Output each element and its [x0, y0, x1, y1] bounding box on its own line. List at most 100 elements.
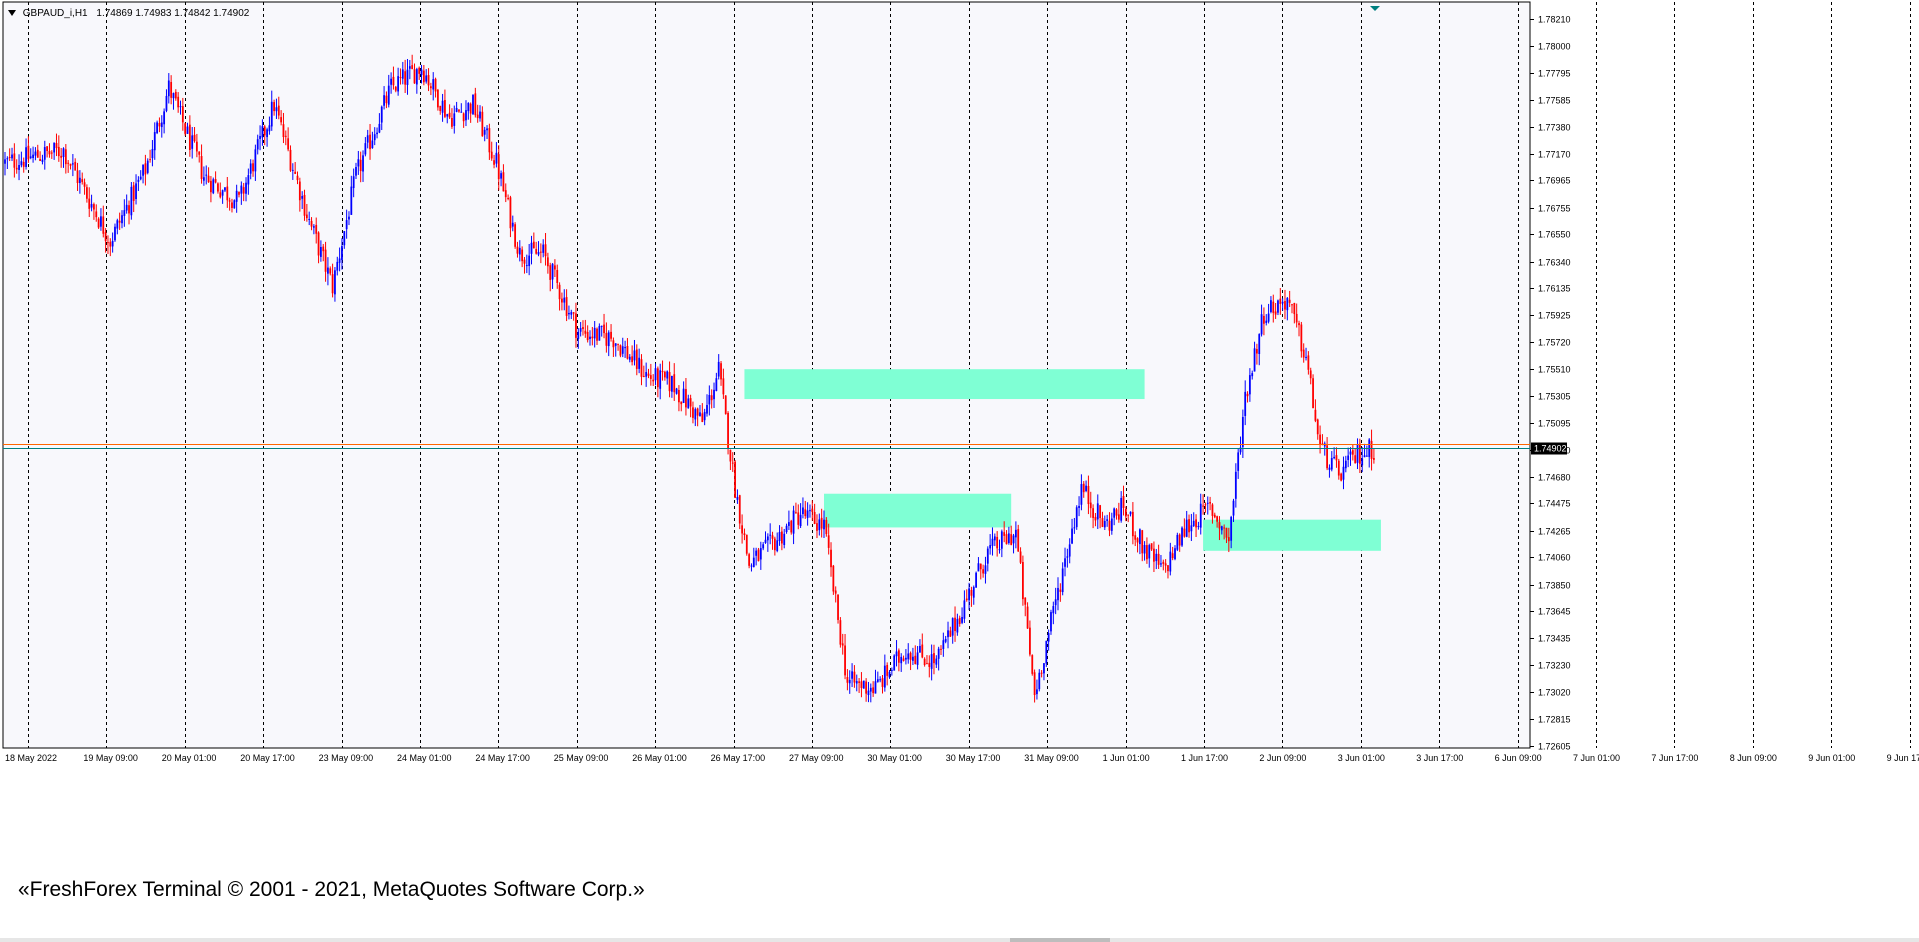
candle-body	[198, 151, 201, 155]
candle-body	[135, 183, 137, 199]
candle-body	[465, 110, 467, 121]
candle-body	[951, 618, 954, 636]
candle-body	[432, 79, 435, 90]
candle-body	[1305, 356, 1307, 358]
candle-body	[752, 557, 755, 567]
candle-body	[245, 182, 247, 194]
x-tick-label: 30 May 01:00	[867, 753, 922, 763]
zone-rectangle[interactable]	[824, 493, 1012, 528]
candle-body	[1265, 320, 1268, 323]
chart-window[interactable]: 18 May 2022 19 May 09:00 20 May 01:00 20 Ma…	[0, 0, 1919, 942]
candle-body	[715, 378, 718, 391]
candle-body	[219, 192, 222, 198]
candle-body	[724, 395, 727, 415]
candle-body	[1050, 612, 1052, 632]
candle-body	[968, 588, 970, 601]
candle-body	[1174, 548, 1176, 560]
candle-body	[1190, 525, 1193, 532]
candle-body	[991, 538, 994, 546]
candle-body	[909, 652, 912, 660]
candle-body	[1022, 562, 1024, 600]
candle-body	[970, 589, 973, 596]
price-chart-svg[interactable]: 18 May 2022 19 May 09:00 20 May 01:00 20 Ma…	[0, 0, 1919, 942]
candle-body	[1347, 455, 1350, 461]
candle-body	[855, 681, 858, 684]
zone-rectangle[interactable]	[1203, 519, 1381, 551]
candle-body	[635, 349, 638, 369]
candle-body	[1052, 606, 1055, 614]
candle-body	[551, 263, 554, 280]
candle-body	[1108, 520, 1111, 531]
candle-body	[1244, 391, 1247, 416]
candle-body	[1064, 558, 1066, 567]
candle-body	[275, 107, 278, 112]
candle-body	[1220, 526, 1223, 531]
chart-tab-indicator[interactable]	[1010, 938, 1110, 942]
candle-body	[226, 186, 229, 201]
candle-body	[872, 687, 875, 694]
candle-body	[509, 197, 512, 229]
candle-body	[694, 409, 697, 420]
candle-body	[1031, 655, 1034, 674]
candle-body	[921, 644, 924, 658]
candle-body	[165, 95, 168, 111]
candle-body	[589, 336, 591, 339]
candle-body	[458, 109, 460, 112]
candle-body	[1071, 528, 1073, 544]
candle-body	[621, 346, 624, 354]
candle-body	[605, 332, 608, 346]
candle-body	[231, 202, 233, 208]
x-tick-label: 3 Jun 01:00	[1338, 753, 1385, 763]
candle-body	[865, 681, 868, 694]
candle-body	[544, 244, 547, 257]
candle-body	[1216, 516, 1219, 522]
candle-body	[322, 246, 325, 252]
candle-body	[343, 231, 346, 246]
candle-body	[193, 134, 196, 142]
candle-body	[249, 163, 252, 174]
zone-rectangle[interactable]	[744, 369, 1145, 400]
candle-body	[327, 267, 329, 274]
candle-body	[1059, 589, 1062, 592]
candle-body	[1272, 301, 1275, 313]
candle-body	[1120, 497, 1123, 521]
candle-body	[984, 565, 987, 574]
candle-body	[425, 75, 428, 82]
horizontal-scrollbar[interactable]	[0, 938, 1919, 942]
candle-body	[554, 265, 556, 270]
candle-body	[972, 587, 975, 598]
candle-body	[1363, 455, 1366, 458]
candle-body	[806, 510, 809, 518]
candle-body	[1007, 533, 1010, 544]
candle-body	[582, 327, 584, 330]
candle-body	[1012, 535, 1015, 544]
candle-body	[897, 650, 900, 663]
candle-body	[1246, 393, 1249, 397]
candle-body	[158, 123, 161, 127]
candle-body	[460, 111, 463, 113]
y-tick-label: 1.75720	[1538, 338, 1571, 348]
x-tick-label: 26 May 01:00	[632, 753, 687, 763]
candle-body	[369, 134, 371, 150]
candle-body	[504, 190, 507, 198]
candle-body	[329, 268, 332, 274]
candle-body	[713, 389, 715, 400]
candle-body	[149, 159, 151, 161]
collapse-triangle-icon[interactable]	[8, 10, 16, 17]
candle-body	[1150, 543, 1153, 550]
candle-body	[100, 216, 102, 227]
y-tick-label: 1.77380	[1538, 123, 1571, 133]
candle-body	[1281, 301, 1284, 304]
candle-body	[727, 412, 729, 449]
candle-body	[490, 151, 493, 159]
candle-body	[883, 665, 886, 688]
candle-body	[1176, 534, 1179, 550]
candle-body	[680, 401, 683, 405]
candle-body	[359, 159, 362, 172]
candle-body	[1295, 313, 1298, 323]
y-tick-label: 1.75925	[1538, 311, 1571, 321]
candle-body	[757, 549, 760, 562]
candle-body	[1146, 545, 1148, 560]
candle-body	[1005, 534, 1008, 545]
candle-body	[95, 211, 98, 218]
